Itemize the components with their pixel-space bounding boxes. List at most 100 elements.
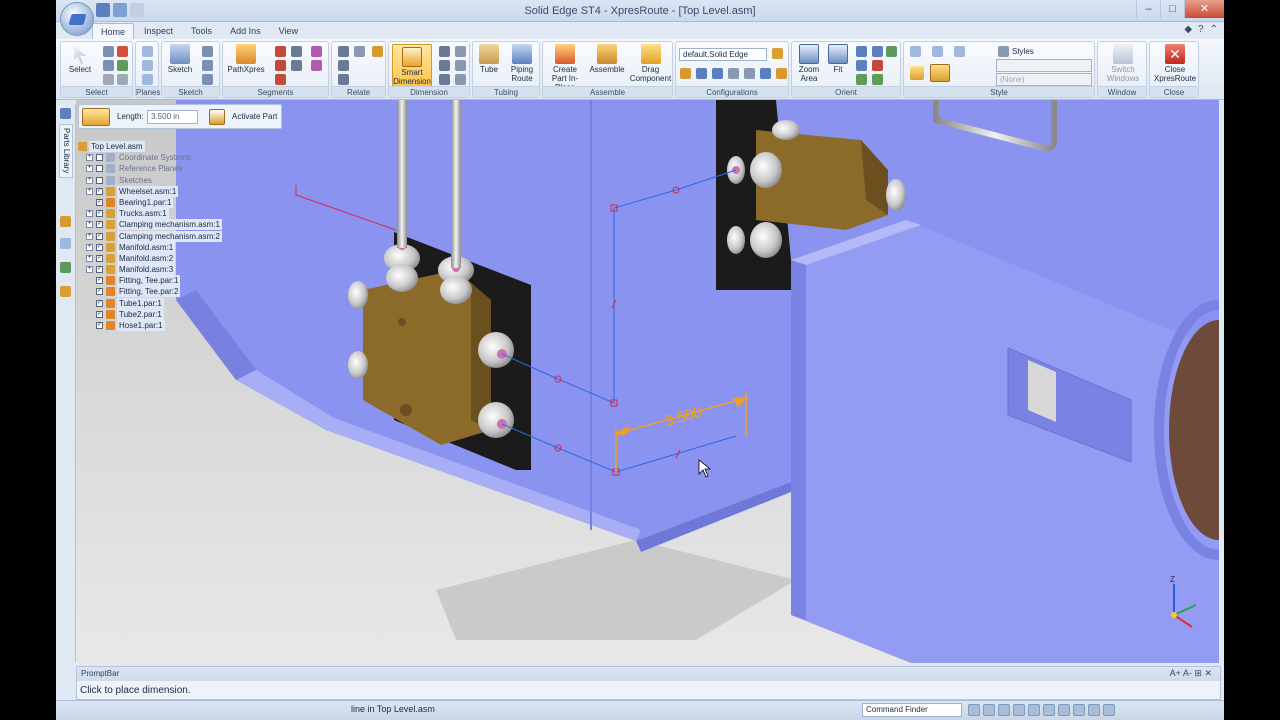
tree-row[interactable]: + ✓ Manifold.asm:3 [78,264,238,276]
tree-visibility-checkbox[interactable]: ✓ [96,299,103,307]
select-tool-2-icon[interactable] [117,46,128,57]
graphics-viewport[interactable]: 3.500 Z [76,100,1219,663]
tree-visibility-checkbox[interactable]: ✓ [96,254,103,262]
tree-row[interactable]: ✓ Tube1.par:1 [78,297,238,309]
shaded-edges-icon[interactable] [930,64,950,82]
dimension-mode-icon[interactable] [82,108,110,126]
relate-tool-5-icon[interactable] [372,46,383,57]
save-icon[interactable] [96,3,110,17]
tree-expand-icon[interactable]: + [86,243,93,251]
arc-tool-icon[interactable] [275,60,286,71]
tab-add-ins[interactable]: Add Ins [222,23,269,39]
tree-expand-icon[interactable]: + [86,154,93,162]
rotate-icon[interactable] [886,46,897,57]
tree-visibility-checkbox[interactable]: ✓ [96,232,103,240]
style-select-2[interactable]: (None) [996,73,1092,86]
plane-3-icon[interactable] [142,74,153,85]
tree-visibility-checkbox[interactable]: ✓ [96,210,103,218]
minimize-button[interactable]: – [1136,0,1160,18]
tree-row[interactable]: + Reference Planes [78,163,238,174]
sketch-tool-3-icon[interactable] [202,74,213,85]
command-finder-input[interactable]: Command Finder [862,703,962,717]
tree-row[interactable]: ✓ Tube2.par:1 [78,308,238,320]
view-iso-icon[interactable] [954,46,965,57]
select-tool-6-icon[interactable] [117,74,128,85]
application-button[interactable] [60,2,94,36]
tree-visibility-checkbox[interactable] [96,154,103,162]
tree-visibility-checkbox[interactable]: ✓ [96,198,103,206]
tree-visibility-checkbox[interactable]: ✓ [96,277,103,285]
dimension-tool-5-icon[interactable] [455,60,466,71]
tree-visibility-checkbox[interactable]: ✓ [96,221,103,229]
view-tool-2-icon[interactable] [872,60,883,71]
close-xpresroute-button[interactable]: ✕ Close XpresRoute [1152,44,1198,83]
tree-row[interactable]: + ✓ Wheelset.asm:1 [78,185,238,197]
side-tool-2-icon[interactable] [60,238,71,249]
switch-windows-button[interactable]: Switch Windows [1100,44,1146,83]
tree-row[interactable]: ✓ Fitting, Tee.par:2 [78,286,238,298]
tree-expand-icon[interactable]: + [86,187,93,195]
tree-row[interactable]: + Coordinate Systems [78,152,238,163]
tree-visibility-checkbox[interactable]: ✓ [96,187,103,195]
tree-expand-icon[interactable]: + [86,176,93,184]
curve-tool-icon[interactable] [275,74,286,85]
drag-component-button[interactable]: Drag Component [629,44,672,83]
select-tool-1-icon[interactable] [103,46,114,57]
close-window-button[interactable]: ✕ [1184,0,1224,18]
tree-visibility-checkbox[interactable]: ✓ [96,288,103,296]
dimension-tool-4-icon[interactable] [455,46,466,57]
tree-row[interactable]: + ✓ Manifold.asm:1 [78,241,238,253]
tab-inspect[interactable]: Inspect [136,23,181,39]
sketch-button[interactable]: Sketch [164,44,196,74]
rotate-status-icon[interactable] [1028,704,1040,716]
plane-1-icon[interactable] [142,46,153,57]
pathxpres-button[interactable]: PathXpres [227,44,265,74]
options-icon[interactable]: ◆ [1184,24,1192,35]
segment-tool-7-icon[interactable] [311,60,322,71]
config-tool-2-icon[interactable] [696,68,707,79]
line-tool-icon[interactable] [275,46,286,57]
pan-icon[interactable] [872,46,883,57]
display-status-icon[interactable] [1103,704,1115,716]
parts-library-tab[interactable]: Parts Library [59,124,73,178]
tree-expand-icon[interactable]: + [86,232,93,240]
fit-status-icon[interactable] [998,704,1010,716]
relate-tool-4-icon[interactable] [354,46,365,57]
tree-visibility-checkbox[interactable]: ✓ [96,243,103,251]
view-tool-4-icon[interactable] [872,74,883,85]
config-tool-1-icon[interactable] [680,68,691,79]
select-tool-5-icon[interactable] [103,74,114,85]
select-tool-4-icon[interactable] [117,60,128,71]
tree-visibility-checkbox[interactable]: ✓ [96,322,103,329]
tree-row[interactable]: + ✓ Trucks.asm:1 [78,208,238,220]
view-tool-1-icon[interactable] [856,60,867,71]
help-icon[interactable]: ? [1198,24,1204,35]
dimension-tool-2-icon[interactable] [439,60,450,71]
activate-part-button[interactable]: Activate Part [232,112,277,121]
select-tool-3-icon[interactable] [103,60,114,71]
tab-tools[interactable]: Tools [183,23,220,39]
tree-expand-icon[interactable]: + [86,210,93,218]
plane-2-icon[interactable] [142,60,153,71]
view-top-icon[interactable] [932,46,943,57]
undo-icon[interactable] [113,3,127,17]
config-tool-5-icon[interactable] [744,68,755,79]
tree-visibility-checkbox[interactable] [96,176,103,184]
segment-tool-6-icon[interactable] [311,46,322,57]
tree-expand-icon[interactable]: + [86,165,93,173]
view-status-icon[interactable] [1058,704,1070,716]
side-tool-3-icon[interactable] [60,262,71,273]
assemble-button[interactable]: Assemble [587,44,627,74]
relate-tool-3-icon[interactable] [338,74,349,85]
shaded-icon[interactable] [910,66,924,80]
fit-button[interactable]: Fit [826,44,850,74]
activate-part-icon[interactable] [209,109,225,125]
tree-row[interactable]: + Sketches [78,175,238,186]
tree-row[interactable]: ✓ Hose1.par:1 [78,320,238,331]
tree-visibility-checkbox[interactable]: ✓ [96,310,103,318]
dimension-tool-3-icon[interactable] [439,74,450,85]
zoom-area-button[interactable]: Zoom Area [794,44,824,83]
configuration-select[interactable]: default,Solid Edge [679,48,767,61]
sketch-tool-1-icon[interactable] [202,46,213,57]
maximize-button[interactable]: □ [1160,0,1184,18]
